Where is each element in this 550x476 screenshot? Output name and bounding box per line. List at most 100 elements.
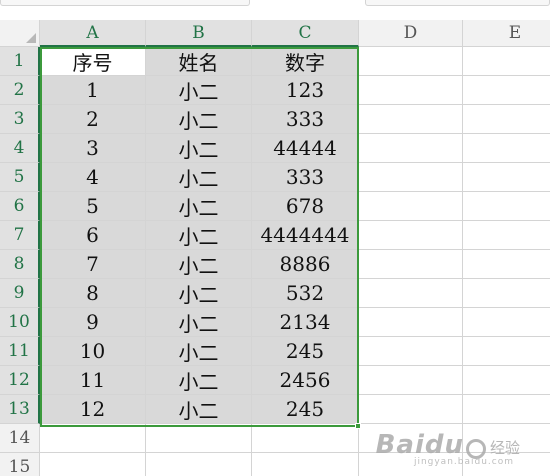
cell-d2[interactable]	[359, 76, 463, 105]
cell-c9[interactable]: 532	[252, 279, 359, 308]
cell-b11[interactable]: 小二	[146, 337, 252, 366]
cell-c12[interactable]: 2456	[252, 366, 359, 395]
cell-b9[interactable]: 小二	[146, 279, 252, 308]
cell-e6[interactable]	[463, 192, 550, 221]
cell-a14[interactable]	[40, 424, 146, 453]
cell-c6[interactable]: 678	[252, 192, 359, 221]
cell-d7[interactable]	[359, 221, 463, 250]
cell-e4[interactable]	[463, 134, 550, 163]
cell-b5[interactable]: 小二	[146, 163, 252, 192]
row-header-3[interactable]: 3	[0, 105, 40, 134]
cell-d5[interactable]	[359, 163, 463, 192]
row-header-12[interactable]: 12	[0, 366, 40, 395]
column-header-d[interactable]: D	[359, 20, 463, 47]
cell-d3[interactable]	[359, 105, 463, 134]
cell-d13[interactable]	[359, 395, 463, 424]
row-header-14[interactable]: 14	[0, 424, 40, 453]
cell-d6[interactable]	[359, 192, 463, 221]
cell-c2[interactable]: 123	[252, 76, 359, 105]
cell-d9[interactable]	[359, 279, 463, 308]
cell-d4[interactable]	[359, 134, 463, 163]
column-header-c[interactable]: C	[252, 20, 359, 47]
row-header-7[interactable]: 7	[0, 221, 40, 250]
cell-a15[interactable]	[40, 453, 146, 476]
watermark-brand: Baidu	[375, 430, 464, 460]
select-all-button[interactable]	[0, 20, 40, 47]
cell-a10[interactable]: 9	[40, 308, 146, 337]
cell-c14[interactable]	[252, 424, 359, 453]
cell-e5[interactable]	[463, 163, 550, 192]
row-header-8[interactable]: 8	[0, 250, 40, 279]
cell-b7[interactable]: 小二	[146, 221, 252, 250]
cell-e2[interactable]	[463, 76, 550, 105]
cell-c5[interactable]: 333	[252, 163, 359, 192]
cell-a13[interactable]: 12	[40, 395, 146, 424]
row-header-10[interactable]: 10	[0, 308, 40, 337]
cell-a7[interactable]: 6	[40, 221, 146, 250]
row-header-5[interactable]: 5	[0, 163, 40, 192]
cell-c7[interactable]: 4444444	[252, 221, 359, 250]
column-header-e[interactable]: E	[463, 20, 550, 47]
cell-e8[interactable]	[463, 250, 550, 279]
row-header-6[interactable]: 6	[0, 192, 40, 221]
fill-handle[interactable]	[355, 423, 361, 429]
cell-e11[interactable]	[463, 337, 550, 366]
cell-c13[interactable]: 245	[252, 395, 359, 424]
cell-b4[interactable]: 小二	[146, 134, 252, 163]
cell-b15[interactable]	[146, 453, 252, 476]
cell-a4[interactable]: 3	[40, 134, 146, 163]
cell-a8[interactable]: 7	[40, 250, 146, 279]
cell-b10[interactable]: 小二	[146, 308, 252, 337]
cell-c15[interactable]	[252, 453, 359, 476]
watermark-url: jingyan.baidu.com	[413, 457, 514, 467]
cell-c1[interactable]: 数字	[252, 47, 359, 76]
cell-b12[interactable]: 小二	[146, 366, 252, 395]
cell-e12[interactable]	[463, 366, 550, 395]
cell-e9[interactable]	[463, 279, 550, 308]
cell-e10[interactable]	[463, 308, 550, 337]
cell-d11[interactable]	[359, 337, 463, 366]
cell-b6[interactable]: 小二	[146, 192, 252, 221]
row-header-15[interactable]: 15	[0, 453, 40, 476]
cell-c10[interactable]: 2134	[252, 308, 359, 337]
cell-e3[interactable]	[463, 105, 550, 134]
row-header-4[interactable]: 4	[0, 134, 40, 163]
cell-e13[interactable]	[463, 395, 550, 424]
cell-a2[interactable]: 1	[40, 76, 146, 105]
cell-a1[interactable]: 序号	[40, 47, 146, 76]
row-header-9[interactable]: 9	[0, 279, 40, 308]
spreadsheet-grid: A B C D E 1 序号 姓名 数字 2 1 小二 123 3 2 小二 333 4 3 小二 44444…	[0, 0, 550, 476]
cell-a9[interactable]: 8	[40, 279, 146, 308]
cell-d12[interactable]	[359, 366, 463, 395]
cell-a6[interactable]: 5	[40, 192, 146, 221]
cell-a11[interactable]: 10	[40, 337, 146, 366]
cell-b3[interactable]: 小二	[146, 105, 252, 134]
cell-e1[interactable]	[463, 47, 550, 76]
cell-c3[interactable]: 333	[252, 105, 359, 134]
column-header-a[interactable]: A	[40, 20, 146, 47]
paw-icon	[465, 438, 486, 459]
watermark: Baidu 经验 jingyan.baidu.com	[375, 430, 520, 467]
row-header-11[interactable]: 11	[0, 337, 40, 366]
cell-b13[interactable]: 小二	[146, 395, 252, 424]
cell-c11[interactable]: 245	[252, 337, 359, 366]
row-header-2[interactable]: 2	[0, 76, 40, 105]
row-header-1[interactable]: 1	[0, 47, 40, 76]
row-header-13[interactable]: 13	[0, 395, 40, 424]
cell-b2[interactable]: 小二	[146, 76, 252, 105]
cell-a3[interactable]: 2	[40, 105, 146, 134]
cell-b1[interactable]: 姓名	[146, 47, 252, 76]
tab-edge-left	[0, 0, 250, 6]
cell-c4[interactable]: 44444	[252, 134, 359, 163]
cell-e7[interactable]	[463, 221, 550, 250]
cell-d10[interactable]	[359, 308, 463, 337]
cell-a12[interactable]: 11	[40, 366, 146, 395]
cell-b8[interactable]: 小二	[146, 250, 252, 279]
column-header-b[interactable]: B	[146, 20, 252, 47]
cell-d1[interactable]	[359, 47, 463, 76]
cell-a5[interactable]: 4	[40, 163, 146, 192]
watermark-sub: 经验	[489, 439, 520, 457]
cell-d8[interactable]	[359, 250, 463, 279]
cell-c8[interactable]: 8886	[252, 250, 359, 279]
cell-b14[interactable]	[146, 424, 252, 453]
